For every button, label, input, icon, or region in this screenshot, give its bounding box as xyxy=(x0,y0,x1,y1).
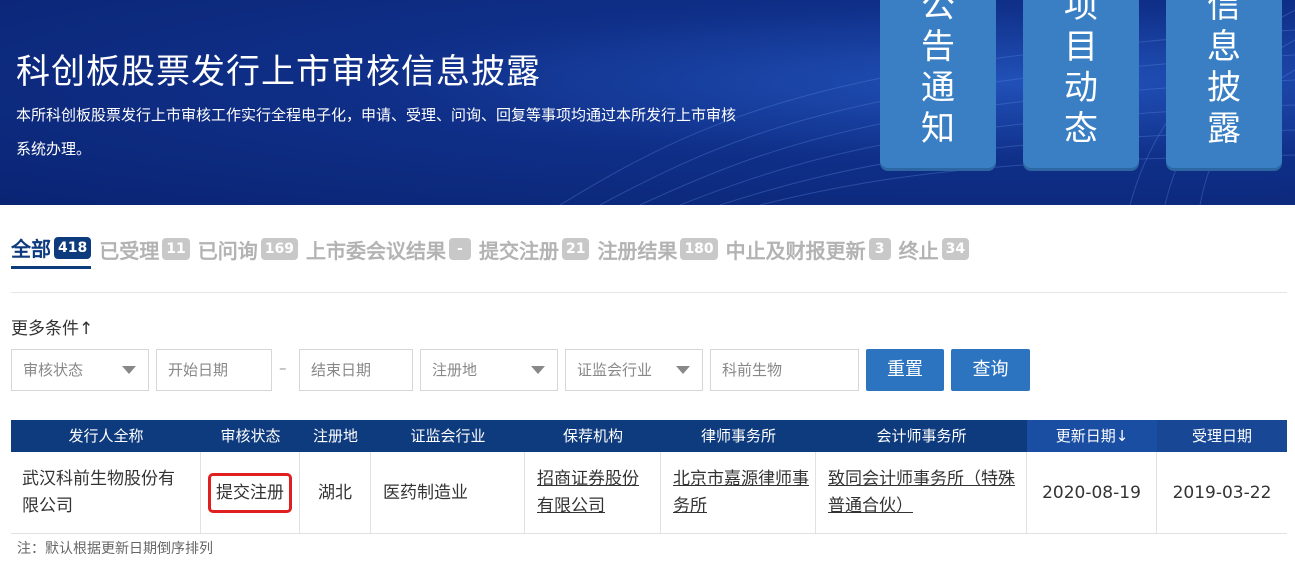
tab-label: 终止 xyxy=(898,238,939,263)
tab-label: 已受理 xyxy=(99,238,160,263)
tab-count-badge: 21 xyxy=(561,238,590,260)
cell-accept-date: 2019-03-22 xyxy=(1157,452,1287,534)
region-select[interactable]: 注册地 xyxy=(420,349,558,391)
header-sponsor: 保荐机构 xyxy=(562,427,623,445)
announcement-card[interactable]: 公 告 通 知 xyxy=(880,0,996,168)
header-update-date-sortable[interactable]: 更新日期↓ xyxy=(1027,420,1157,452)
card-char: 项 xyxy=(1064,0,1098,26)
tab-count-badge: 34 xyxy=(941,238,970,260)
tab-count-badge: 11 xyxy=(162,238,190,260)
region-value: 湖北 xyxy=(318,482,352,503)
update-date-value: 2020-08-19 xyxy=(1042,482,1141,503)
cell-law-firm: 北京市嘉源律师事务所 xyxy=(661,452,816,534)
tab-label: 全部 xyxy=(11,237,51,261)
tab-count-badge: - xyxy=(448,238,471,260)
card-char: 公 xyxy=(921,0,955,26)
cell-industry: 医药制造业 xyxy=(371,452,525,534)
end-date-input[interactable]: 结束日期 xyxy=(299,349,413,391)
date-range-separator: – xyxy=(279,359,287,377)
tab-count-badge: 180 xyxy=(680,238,718,260)
card-char: 目 xyxy=(1064,27,1098,67)
card-char: 露 xyxy=(1207,109,1241,149)
start-date-placeholder: 开始日期 xyxy=(168,361,229,379)
accept-date-value: 2019-03-22 xyxy=(1172,482,1272,503)
card-char: 息 xyxy=(1207,27,1241,67)
tab-terminated[interactable]: 终止 34 xyxy=(898,235,970,268)
dropdown-caret-icon xyxy=(531,366,545,374)
tab-count-badge: 418 xyxy=(54,236,92,259)
keyword-value: 科前生物 xyxy=(722,361,783,379)
reset-button[interactable]: 重置 xyxy=(866,349,944,391)
law-firm-link[interactable]: 北京市嘉源律师事务所 xyxy=(673,466,809,520)
end-date-placeholder: 结束日期 xyxy=(311,361,372,379)
tab-committee-result[interactable]: 上市委会议结果 - xyxy=(306,235,471,268)
cell-issuer: 武汉科前生物股份有限公司 xyxy=(11,452,201,534)
status-select-placeholder: 审核状态 xyxy=(23,361,84,379)
project-dynamics-card[interactable]: 项 目 动 态 xyxy=(1023,0,1139,168)
tab-label: 注册结果 xyxy=(597,238,678,263)
accounting-firm-link[interactable]: 致同会计师事务所（特殊普通合伙） xyxy=(828,466,1016,520)
card-char: 告 xyxy=(921,27,955,67)
header-status: 审核状态 xyxy=(220,427,281,445)
hero-banner: 科创板股票发行上市审核信息披露 本所科创板股票发行上市审核工作实行全程电子化，申… xyxy=(0,0,1295,205)
header-industry: 证监会行业 xyxy=(410,427,486,445)
tab-suspended-update[interactable]: 中止及财报更新 3 xyxy=(726,235,891,268)
cell-status: 提交注册 xyxy=(201,452,300,534)
region-select-placeholder: 注册地 xyxy=(432,361,478,379)
status-highlight: 提交注册 xyxy=(208,473,292,513)
header-issuer: 发行人全称 xyxy=(68,427,144,445)
card-char: 动 xyxy=(1064,68,1098,108)
sponsor-link[interactable]: 招商证券股份有限公司 xyxy=(537,466,654,520)
more-conditions-toggle[interactable]: 更多条件↑ xyxy=(11,314,93,339)
card-char: 披 xyxy=(1207,68,1241,108)
tab-count-badge: 3 xyxy=(868,238,891,260)
tab-label: 已问询 xyxy=(197,238,258,263)
table-header: 发行人全称 审核状态 注册地 证监会行业 保荐机构 律师事务所 会计师事务所 更… xyxy=(11,420,1287,452)
dropdown-caret-icon xyxy=(676,366,690,374)
issuer-name: 武汉科前生物股份有限公司 xyxy=(22,469,175,516)
status-select[interactable]: 审核状态 xyxy=(11,349,149,391)
cell-update-date: 2020-08-19 xyxy=(1027,452,1157,534)
sort-note: 注：默认根据更新日期倒序排列 xyxy=(17,541,213,557)
header-law-firm: 律师事务所 xyxy=(700,427,776,445)
results-table: 发行人全称 审核状态 注册地 证监会行业 保荐机构 律师事务所 会计师事务所 更… xyxy=(11,420,1287,534)
cell-sponsor: 招商证券股份有限公司 xyxy=(525,452,661,534)
card-char: 知 xyxy=(921,109,955,149)
tab-inquired[interactable]: 已问询 169 xyxy=(198,235,298,268)
industry-select[interactable]: 证监会行业 xyxy=(565,349,703,391)
tab-registration-result[interactable]: 注册结果 180 xyxy=(597,235,718,268)
page-description: 本所科创板股票发行上市审核工作实行全程电子化，申请、受理、问询、回复等事项均通过… xyxy=(16,106,737,158)
tab-submitted-registration[interactable]: 提交注册 21 xyxy=(478,235,590,268)
header-accept-date[interactable]: 受理日期 xyxy=(1157,420,1287,452)
card-char: 信 xyxy=(1207,0,1241,26)
keyword-input[interactable]: 科前生物 xyxy=(710,349,859,391)
tab-label: 中止及财报更新 xyxy=(725,238,866,263)
industry-value: 医药制造业 xyxy=(383,482,468,503)
page-title: 科创板股票发行上市审核信息披露 xyxy=(16,52,541,92)
tab-label: 提交注册 xyxy=(478,238,559,263)
search-button[interactable]: 查询 xyxy=(951,349,1030,391)
start-date-input[interactable]: 开始日期 xyxy=(156,349,272,391)
cell-region: 湖北 xyxy=(300,452,371,534)
header-region: 注册地 xyxy=(312,427,358,445)
card-char: 态 xyxy=(1064,109,1098,149)
dropdown-caret-icon xyxy=(122,366,136,374)
table-row: 武汉科前生物股份有限公司 提交注册 湖北 医药制造业 招商证券股份有限公司 北京… xyxy=(11,452,1287,534)
status-tabs: 全部 418 已受理 11 已问询 169 上市委会议结果 - 提交注册 21 … xyxy=(11,233,977,269)
cell-accounting-firm: 致同会计师事务所（特殊普通合伙） xyxy=(816,452,1027,534)
tab-count-badge: 169 xyxy=(260,238,298,260)
industry-select-placeholder: 证监会行业 xyxy=(577,361,653,379)
info-disclosure-card[interactable]: 信 息 披 露 xyxy=(1166,0,1282,168)
tab-all[interactable]: 全部 418 xyxy=(11,233,92,269)
divider xyxy=(11,292,1287,293)
header-accounting-firm: 会计师事务所 xyxy=(876,427,967,445)
tab-accepted[interactable]: 已受理 11 xyxy=(99,235,190,268)
card-char: 通 xyxy=(921,68,955,108)
tab-label: 上市委会议结果 xyxy=(305,238,446,263)
